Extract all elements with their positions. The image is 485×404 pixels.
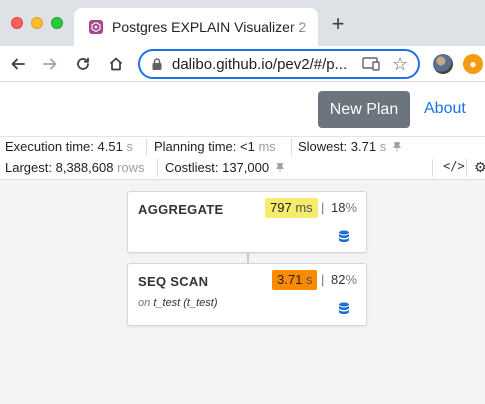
reload-button[interactable] xyxy=(71,52,95,76)
plan-node-seq-scan[interactable]: SEQ SCAN 3.71 s | 82% on t_test (t_test) xyxy=(127,263,367,326)
largest-stat[interactable]: Largest: 8,388,608 rows xyxy=(5,158,145,178)
execution-time-label: Execution time: xyxy=(5,139,94,154)
node-title: AGGREGATE xyxy=(138,202,224,217)
on-keyword: on xyxy=(138,297,151,309)
node-relation: on t_test (t_test) xyxy=(138,297,218,309)
cast-icon[interactable] xyxy=(362,56,380,72)
duration-percent: 82% xyxy=(331,270,357,290)
duration-value: 3.71 xyxy=(277,272,303,287)
execution-time-stat: Execution time: 4.51 s xyxy=(5,137,133,157)
slowest-stat[interactable]: Slowest: 3.71 s xyxy=(298,137,401,157)
plan-stats-bar: Execution time: 4.51 s Planning time: <1… xyxy=(0,137,485,180)
browser-tab[interactable]: Postgres EXPLAIN Visualizer 2 xyxy=(74,8,318,46)
arrow-left-icon xyxy=(11,58,25,70)
database-icon[interactable] xyxy=(338,302,350,316)
about-link[interactable]: About xyxy=(424,100,466,118)
node-title: SEQ SCAN xyxy=(138,274,209,289)
execution-time-unit: s xyxy=(126,139,133,154)
arrow-right-icon xyxy=(43,58,57,70)
extension-icon[interactable]: ● xyxy=(463,54,483,74)
duration-unit: ms xyxy=(295,200,313,215)
execution-time-value: 4.51 xyxy=(97,139,123,154)
largest-value: 8,388,608 xyxy=(55,160,114,175)
duration-badge: 3.71 s xyxy=(272,270,318,290)
costliest-stat[interactable]: Costliest: 137,000 xyxy=(165,158,284,178)
app-header: New Plan About xyxy=(0,82,485,137)
slowest-unit: s xyxy=(379,139,387,154)
new-plan-button[interactable]: New Plan xyxy=(318,91,410,128)
forward-button[interactable] xyxy=(38,52,62,76)
planning-time-value: <1 xyxy=(240,139,255,154)
pin-icon[interactable] xyxy=(392,142,401,152)
stats-divider xyxy=(291,138,292,156)
gear-icon[interactable]: ⚙ xyxy=(474,159,485,176)
back-button[interactable] xyxy=(6,52,30,76)
duration-unit: s xyxy=(305,272,313,287)
database-icon[interactable] xyxy=(338,230,350,244)
home-button[interactable] xyxy=(104,52,128,76)
plan-node-aggregate[interactable]: AGGREGATE 797 ms | 18% xyxy=(127,191,367,253)
costliest-value: 137,000 xyxy=(222,160,270,175)
star-icon[interactable]: ☆ xyxy=(392,54,408,74)
largest-label: Largest: xyxy=(5,160,52,175)
slowest-value: 3.71 xyxy=(350,139,377,154)
badge-separator: | xyxy=(321,272,325,287)
badge-separator: | xyxy=(321,200,325,215)
relation-name: t_test (t_test) xyxy=(153,297,218,309)
largest-unit: rows xyxy=(117,160,145,175)
costliest-label: Costliest: xyxy=(165,160,219,175)
duration-percent: 18% xyxy=(331,198,357,218)
planning-time-stat: Planning time: <1 ms xyxy=(154,137,276,157)
profile-avatar[interactable] xyxy=(433,54,453,74)
percent-value: 82 xyxy=(331,272,346,287)
browser-toolbar: dalibo.github.io/pev2/#/p... ☆ ● xyxy=(0,46,485,82)
pin-icon[interactable] xyxy=(275,163,284,173)
stats-divider xyxy=(157,159,158,177)
duration-badge: 797 ms xyxy=(265,198,318,218)
reload-icon xyxy=(77,57,89,70)
percent-value: 18 xyxy=(331,200,346,215)
percent-unit: % xyxy=(345,272,358,287)
new-tab-button[interactable]: + xyxy=(328,13,348,35)
planning-time-unit: ms xyxy=(258,139,276,154)
percent-unit: % xyxy=(345,200,358,215)
plan-canvas: AGGREGATE 797 ms | 18% SEQ SCAN 3.71 s |… xyxy=(0,181,485,404)
lock-icon xyxy=(152,58,162,70)
home-icon xyxy=(109,57,123,71)
code-icon[interactable]: </> xyxy=(443,159,465,173)
tab-title-fade xyxy=(288,14,318,40)
tab-title: Postgres EXPLAIN Visualizer 2 xyxy=(112,19,307,35)
close-window-button[interactable] xyxy=(11,17,23,29)
planning-time-label: Planning time: xyxy=(154,139,237,154)
slowest-label: Slowest: xyxy=(298,139,348,154)
browser-tab-strip: Postgres EXPLAIN Visualizer 2 + xyxy=(0,0,485,46)
stats-divider xyxy=(432,159,433,177)
address-bar[interactable]: dalibo.github.io/pev2/#/p... ☆ xyxy=(138,49,420,79)
minimize-window-button[interactable] xyxy=(31,17,43,29)
pev2-favicon-icon xyxy=(89,20,103,34)
stats-divider xyxy=(466,159,467,177)
maximize-window-button[interactable] xyxy=(51,17,63,29)
stats-divider xyxy=(146,138,147,156)
url-text: dalibo.github.io/pev2/#/p... xyxy=(172,56,348,73)
duration-value: 797 xyxy=(270,200,292,215)
